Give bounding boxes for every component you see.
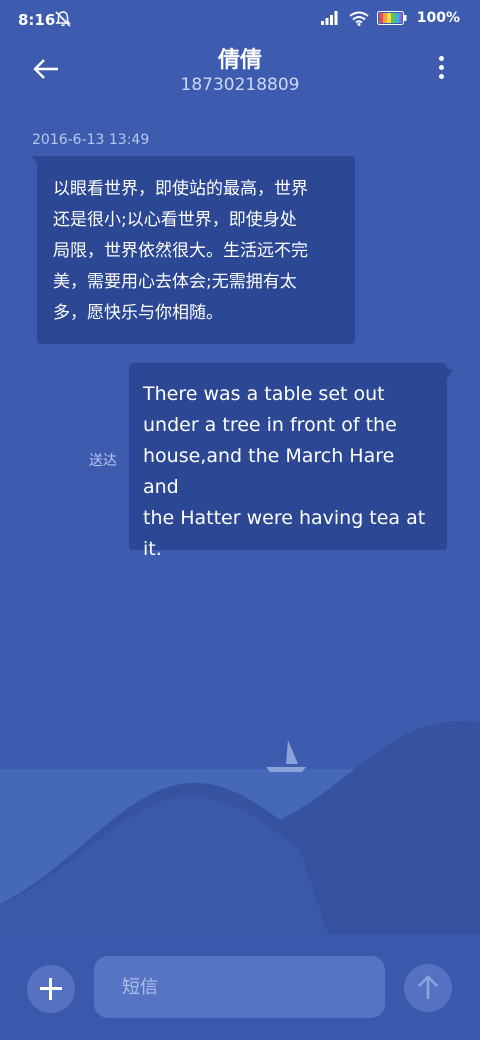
message-line: under a tree in front of the bbox=[143, 414, 397, 436]
message-line: 还是很小;以心看世界，即使身处 bbox=[53, 210, 297, 230]
incoming-message-bubble[interactable]: 以眼看世界，即使站的最高，世界 还是很小;以心看世界，即使身处 局限，世界依然很… bbox=[31, 156, 355, 344]
compose-bar bbox=[0, 934, 480, 1040]
delivery-status: 送达 bbox=[89, 453, 117, 469]
message-line: it. bbox=[143, 538, 162, 560]
mute-bell-icon bbox=[55, 11, 71, 27]
conversation-header: 倩倩 18730218809 bbox=[0, 40, 480, 110]
message-line: the Hatter were having tea at bbox=[143, 507, 426, 529]
message-line: 美，需要用心去体会;无需拥有太 bbox=[53, 272, 297, 292]
message-line: house,and the March Hare and bbox=[143, 445, 395, 498]
message-line: There was a table set out bbox=[143, 383, 385, 405]
status-time: 8:16 bbox=[18, 11, 56, 29]
message-timestamp: 2016-6-13 13:49 bbox=[32, 132, 150, 148]
contact-name: 倩倩 bbox=[217, 48, 262, 73]
message-line: 多，愿快乐与你相随。 bbox=[53, 303, 223, 323]
outgoing-message-bubble[interactable]: There was a table set out under a tree i… bbox=[129, 363, 453, 560]
contact-number: 18730218809 bbox=[180, 75, 300, 95]
more-vertical-icon[interactable] bbox=[436, 56, 446, 82]
message-line: 以眼看世界，即使站的最高，世界 bbox=[53, 179, 308, 199]
battery-percent: 100% bbox=[416, 10, 460, 26]
status-indicators: 100% bbox=[320, 10, 460, 26]
status-bar: 8:16 100% bbox=[0, 0, 480, 40]
messaging-screen: 8:16 100% 倩倩 18730218809 2016-6-13 13:49… bbox=[0, 0, 480, 1040]
background-scenery bbox=[0, 720, 480, 940]
wifi-icon bbox=[349, 11, 369, 26]
message-line: 局限，世界依然很大。生活远不完 bbox=[53, 241, 308, 261]
plus-icon[interactable] bbox=[27, 965, 75, 1013]
battery-icon bbox=[376, 11, 407, 25]
send-arrow-icon[interactable] bbox=[404, 964, 452, 1012]
sms-input[interactable] bbox=[94, 956, 385, 1018]
signal-icon bbox=[320, 11, 338, 25]
